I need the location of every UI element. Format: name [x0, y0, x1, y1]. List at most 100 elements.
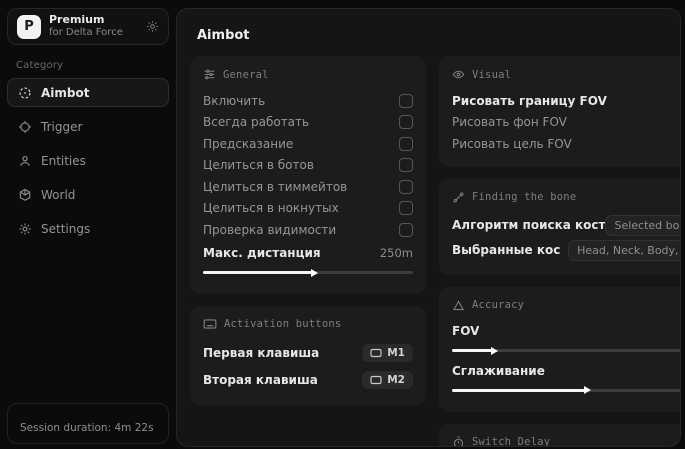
slider-value: 250m [380, 246, 413, 260]
setting-row-enable: Включить [203, 90, 413, 112]
selected-bones-select[interactable]: Head, Neck, Body, Pe... [568, 240, 681, 261]
select-value: Selected bone [614, 219, 681, 232]
checkbox[interactable] [399, 223, 413, 237]
brand-subtitle: for Delta Force [49, 27, 138, 39]
setting-row-aim-bots: Целиться в ботов [203, 155, 413, 177]
card-bone-header: Finding the bone [452, 191, 681, 204]
card-activation-buttons: Activation buttons Первая клавиша M1 [190, 306, 426, 405]
setting-row-fov: FOV 60° [452, 321, 681, 353]
main-panel: Aimbot General Включить [176, 8, 681, 447]
sidebar-nav: Aimbot Trigger Entities [0, 78, 176, 248]
checkbox[interactable] [399, 137, 413, 151]
smoothing-slider[interactable] [452, 389, 681, 392]
page-title: Aimbot [197, 28, 667, 43]
card-visual: Visual Рисовать границу FOV Рисовать фон… [439, 56, 681, 167]
brand-logo: P [17, 15, 41, 39]
crosshair-plus-icon [18, 120, 32, 134]
fov-slider[interactable] [452, 349, 681, 352]
triangle-icon [452, 299, 465, 312]
checkbox[interactable] [399, 158, 413, 172]
card-title: Switch Delay [472, 436, 550, 447]
card-title: Visual [472, 69, 511, 81]
person-icon [18, 154, 32, 168]
card-title: Activation buttons [224, 318, 341, 330]
setting-label: Рисовать границу FOV [452, 94, 607, 108]
setting-label: Сглаживание [452, 364, 545, 378]
max-distance-slider[interactable] [203, 271, 413, 274]
setting-row-selected-bones: Выбранные кос Head, Neck, Body, Pe... [452, 238, 681, 263]
setting-label: Всегда работать [203, 115, 309, 129]
keybind-label: M1 [387, 347, 405, 359]
card-title: General [223, 69, 269, 81]
keybind-button-m1[interactable]: M1 [362, 344, 413, 362]
card-accuracy: Accuracy FOV 60° Сглаживание 50% [439, 287, 681, 412]
card-title: Accuracy [472, 299, 524, 311]
sidebar-item-label: Aimbot [41, 86, 89, 100]
card-switch-delay: Switch Delay Задержка переключения Задер… [439, 424, 681, 448]
sidebar-item-label: Trigger [41, 120, 82, 134]
crosshair-scan-icon [18, 86, 32, 100]
card-accuracy-header: Accuracy [452, 299, 681, 312]
brand-title: Premium [49, 14, 138, 27]
setting-row-draw-fov-target: Рисовать цель FOV [452, 133, 681, 155]
setting-label: Первая клавиша [203, 346, 319, 360]
setting-row-prediction: Предсказание [203, 133, 413, 155]
gear-icon[interactable] [146, 20, 159, 33]
sidebar: P Premium for Delta Force Category Aimbo… [0, 0, 176, 449]
sidebar-item-label: World [41, 188, 75, 202]
checkbox[interactable] [399, 94, 413, 108]
setting-row-max-distance: Макс. дистанция 250m [203, 243, 413, 275]
setting-label: Целиться в ботов [203, 158, 314, 172]
setting-label: Целиться в тиммейтов [203, 180, 347, 194]
sliders-icon [203, 68, 216, 81]
setting-label: Алгоритм поиска кост [452, 218, 605, 232]
setting-label: Целиться в нокнутых [203, 201, 339, 215]
sidebar-item-entities[interactable]: Entities [7, 146, 169, 175]
card-general: General Включить Всегда работать Предска… [190, 56, 426, 294]
setting-label: Макс. дистанция [203, 246, 321, 260]
setting-label: Рисовать фон FOV [452, 115, 567, 129]
keybind-label: M2 [387, 374, 405, 386]
checkbox[interactable] [399, 180, 413, 194]
card-switch-delay-header: Switch Delay [452, 436, 681, 448]
world-icon [18, 188, 32, 202]
sidebar-item-label: Entities [41, 154, 86, 168]
mouse-icon [370, 348, 382, 358]
sidebar-item-settings[interactable]: Settings [7, 214, 169, 243]
eye-icon [452, 68, 465, 81]
session-duration-text: Session duration: 4m 22s [20, 422, 154, 434]
setting-row-draw-fov-border: Рисовать границу FOV [452, 90, 681, 112]
brand-text: Premium for Delta Force [49, 14, 138, 38]
timer-icon [452, 436, 465, 448]
card-activation-header: Activation buttons [203, 318, 413, 330]
card-title: Finding the bone [472, 191, 576, 203]
setting-row-bone-algorithm: Алгоритм поиска кост Selected bone [452, 213, 681, 238]
sidebar-item-label: Settings [41, 222, 90, 236]
sidebar-item-trigger[interactable]: Trigger [7, 112, 169, 141]
select-value: Head, Neck, Body, Pe... [577, 244, 681, 257]
setting-row-aim-knocked: Целиться в нокнутых [203, 198, 413, 220]
keyboard-icon [203, 318, 217, 330]
keybind-button-m2[interactable]: M2 [362, 371, 413, 389]
gear-icon [18, 222, 32, 236]
keybind-row-first: Первая клавиша M1 [203, 339, 413, 366]
setting-label: Вторая клавиша [203, 373, 318, 387]
keybind-row-second: Вторая клавиша M2 [203, 366, 413, 393]
setting-label: Выбранные кос [452, 243, 560, 257]
setting-row-visibility-check: Проверка видимости [203, 219, 413, 241]
setting-row-aim-teammates: Целиться в тиммейтов [203, 176, 413, 198]
bone-icon [452, 191, 465, 204]
checkbox[interactable] [399, 115, 413, 129]
card-finding-bone: Finding the bone Алгоритм поиска кост Se… [439, 179, 681, 275]
card-visual-header: Visual [452, 68, 681, 81]
bone-algorithm-select[interactable]: Selected bone [605, 215, 681, 236]
setting-label: Предсказание [203, 137, 293, 151]
mouse-icon [370, 375, 382, 385]
session-duration-box: Session duration: 4m 22s [7, 403, 169, 444]
setting-label: Включить [203, 94, 265, 108]
setting-label: FOV [452, 324, 479, 338]
setting-label: Проверка видимости [203, 223, 336, 237]
checkbox[interactable] [399, 201, 413, 215]
sidebar-item-aimbot[interactable]: Aimbot [7, 78, 169, 107]
sidebar-item-world[interactable]: World [7, 180, 169, 209]
